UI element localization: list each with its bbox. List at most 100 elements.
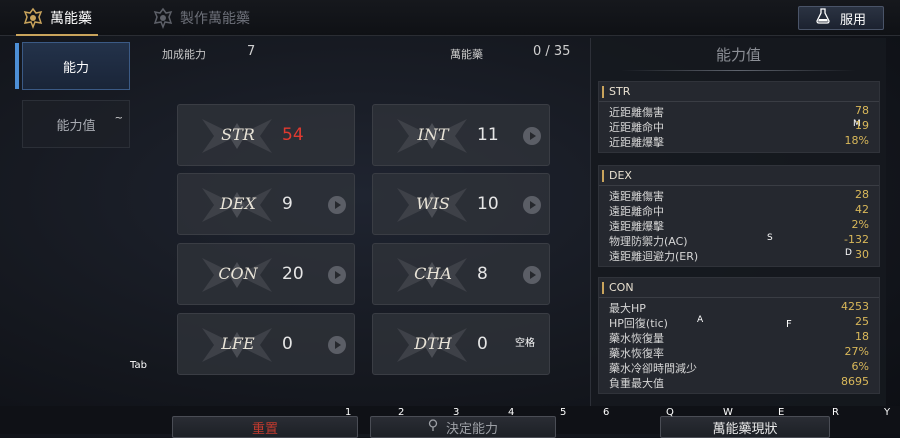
bonus-value: 7 xyxy=(247,44,256,59)
stat-row: 負重最大值 8695 xyxy=(599,375,879,390)
stat-row: HP回復(tic) A 25 xyxy=(599,315,879,330)
stat-card-str[interactable]: STR 54 xyxy=(177,104,355,166)
increase-stat-icon[interactable] xyxy=(523,266,541,284)
stat-card-dex[interactable]: DEX 9 xyxy=(177,173,355,235)
stat-row: 近距離命中 M 19 xyxy=(599,119,879,134)
stat-row: 遠距離迴避力(ER) D 30 xyxy=(599,248,879,263)
potion-crest-icon xyxy=(22,7,44,29)
stat-name: INT xyxy=(417,125,449,144)
elixir-status-button[interactable]: 萬能藥現狀 xyxy=(660,416,830,438)
stat-row: 近距離傷害 78 xyxy=(599,104,879,119)
stat-value: 9 xyxy=(282,194,293,214)
increase-stat-icon[interactable] xyxy=(328,336,346,354)
stat-row-label: 遠距離迴避力(ER) xyxy=(609,250,699,263)
elixir-count: 0 / 35 xyxy=(533,44,571,59)
stat-row-label: 藥水冷卻時間減少 xyxy=(609,362,697,375)
stat-card-con[interactable]: CON 20 xyxy=(177,243,355,305)
stat-card-dth[interactable]: DTH 0 空格 xyxy=(372,313,550,375)
stat-row-label: 最大HP xyxy=(609,302,646,315)
stat-row-value: 4253 xyxy=(841,300,869,313)
section-con: CON 最大HP 4253 HP回復(tic) A 25 藥水恢復量 18 藥水恢復率 27% 藥水… xyxy=(598,277,880,394)
sidebar-item-stats[interactable]: 能力值 ~ xyxy=(22,100,130,148)
stat-row: 最大HP 4253 xyxy=(599,300,879,315)
section-header: DEX xyxy=(599,166,879,186)
hotkey-hint: Q xyxy=(666,407,674,418)
stat-name: LFE xyxy=(221,334,255,353)
hotkey-hint: Y xyxy=(884,407,891,418)
tab-craft-elixir[interactable]: 製作萬能藥 xyxy=(152,0,250,36)
stat-value: 8 xyxy=(477,264,488,284)
sidebar-item-label: 能力 xyxy=(62,60,89,76)
reset-button[interactable]: 重置 xyxy=(172,416,358,438)
stat-row: 遠距離傷害 28 xyxy=(599,188,879,203)
stat-row: 近距離爆擊 18% xyxy=(599,134,879,149)
top-bar: 萬能藥 製作萬能藥 服用 xyxy=(0,0,900,36)
stat-name: STR xyxy=(221,125,255,144)
hotkey-hint: D xyxy=(845,248,852,258)
bonus-label: 加成能力 xyxy=(162,48,206,61)
stat-name: CON xyxy=(218,264,258,283)
hotkey-hint: E xyxy=(778,407,785,418)
stat-row-value: 78 xyxy=(855,104,869,117)
tab-elixir-label: 萬能藥 xyxy=(50,11,92,27)
hotkey-hint: 4 xyxy=(508,407,515,418)
use-button[interactable]: 服用 xyxy=(798,6,884,30)
tab-elixir[interactable]: 萬能藥 xyxy=(16,0,98,36)
hotkey-hint: Tab xyxy=(130,360,147,371)
stat-row-label: 遠距離傷害 xyxy=(609,190,664,203)
hotkey-hint: S xyxy=(767,233,773,243)
stat-card-cha[interactable]: CHA 8 xyxy=(372,243,550,305)
hotkey-hint: A xyxy=(697,315,704,325)
stat-value: 0 xyxy=(282,334,293,354)
stat-row: 藥水恢復量 18 xyxy=(599,330,879,345)
stat-row: 物理防禦力(AC) S -132 xyxy=(599,233,879,248)
sidebar-item-abilities[interactable]: 能力 xyxy=(15,42,130,90)
section-header: STR xyxy=(599,82,879,102)
stat-card-wis[interactable]: WIS 10 xyxy=(372,173,550,235)
hotkey-hint: 6 xyxy=(603,407,610,418)
stat-row-value: 18% xyxy=(844,134,869,147)
sidebar-item-label: 能力值 xyxy=(56,118,96,134)
hotkey-hint: F xyxy=(786,319,792,330)
stat-value: 10 xyxy=(477,194,499,214)
stat-row-value: 30 xyxy=(855,248,869,261)
stat-row-value: 19 xyxy=(855,119,869,132)
flask-icon xyxy=(816,8,830,28)
use-button-label: 服用 xyxy=(839,12,866,28)
hotkey-hint: 5 xyxy=(560,407,567,418)
increase-stat-icon[interactable] xyxy=(523,196,541,214)
stat-row: 遠距離命中 42 xyxy=(599,203,879,218)
stat-row-label: HP回復(tic) xyxy=(609,317,668,330)
hotkey-hint: 2 xyxy=(398,407,405,418)
hotkey-hint: 空格 xyxy=(515,338,535,349)
tab-craft-label: 製作萬能藥 xyxy=(180,11,250,27)
stat-row-value: 42 xyxy=(855,203,869,216)
stat-card-int[interactable]: INT 11 xyxy=(372,104,550,166)
stat-row-label: 負重最大值 xyxy=(609,377,664,390)
confirm-ability-button[interactable]: 決定能力 xyxy=(370,416,556,438)
increase-stat-icon[interactable] xyxy=(328,266,346,284)
stat-row-value: 6% xyxy=(851,360,869,373)
stat-card-lfe[interactable]: LFE 0 xyxy=(177,313,355,375)
divider xyxy=(621,70,856,71)
stat-row-label: 近距離爆擊 xyxy=(609,136,664,149)
section-header: CON xyxy=(599,278,879,298)
stat-name: DEX xyxy=(220,194,256,213)
stat-name: DTH xyxy=(414,334,452,353)
stat-value: 11 xyxy=(477,125,499,145)
stat-value: 54 xyxy=(282,125,304,145)
pin-icon xyxy=(428,418,438,436)
stat-row-value: 8695 xyxy=(841,375,869,388)
stat-row: 遠距離爆擊 2% xyxy=(599,218,879,233)
stat-row-label: 近距離傷害 xyxy=(609,106,664,119)
stat-row: 藥水冷卻時間減少 6% xyxy=(599,360,879,375)
stat-row-label: 藥水恢復率 xyxy=(609,347,664,360)
increase-stat-icon[interactable] xyxy=(328,196,346,214)
craft-crest-icon xyxy=(152,7,174,29)
increase-stat-icon[interactable] xyxy=(523,127,541,145)
stat-row-label: 遠距離爆擊 xyxy=(609,220,664,233)
stat-row-value: 28 xyxy=(855,188,869,201)
section-str: STR 近距離傷害 78 近距離命中 M 19 近距離爆擊 18% xyxy=(598,81,880,153)
stat-row-label: 遠距離命中 xyxy=(609,205,664,218)
stat-row-value: 27% xyxy=(844,345,869,358)
